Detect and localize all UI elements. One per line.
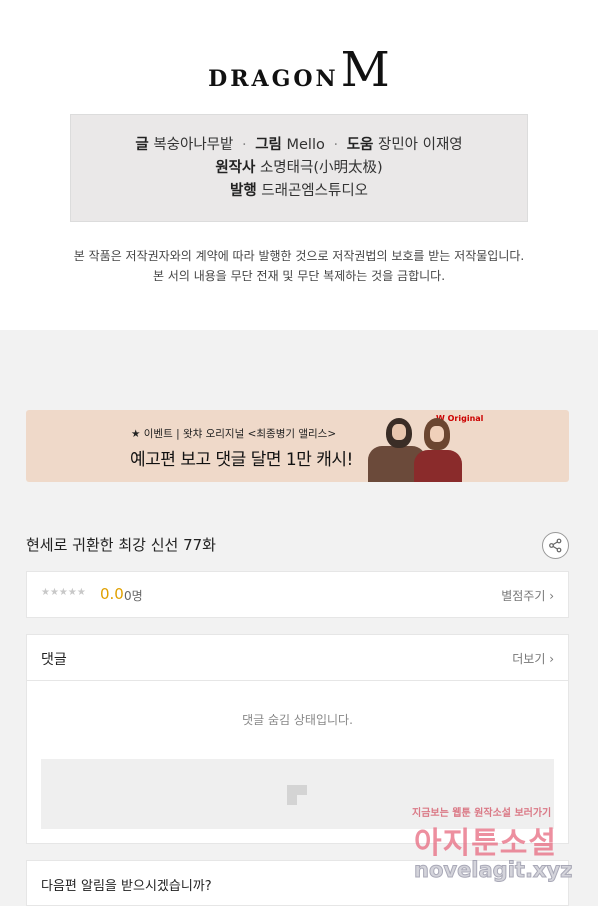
comments-more-link[interactable]: 더보기 › <box>512 650 554 667</box>
notice-line-1: 본 작품은 저작권자와의 계약에 따라 발행한 것으로 저작권법의 보호를 받는… <box>73 249 525 263</box>
banner-figure-male-face <box>392 424 406 440</box>
credit-line-original: 원작사 소명태극(小明太极) <box>71 157 527 180</box>
header-section: DRAGON M 글 복숭아나무밭 · 그림 Mello · 도움 장민아 이재… <box>0 0 598 330</box>
publisher-name: 드래곤엠스튜디오 <box>261 183 369 199</box>
rating-stars: ★★★★★ <box>41 587 86 598</box>
event-banner[interactable]: ★ 이벤트 | 왓챠 오리지널 <최종병기 앨리스> 예고편 보고 댓글 달면 … <box>26 410 569 482</box>
original-name: 소명태극(小明太极) <box>259 160 383 176</box>
separator: · <box>333 137 339 153</box>
watermark-title: 아지툰소설 <box>414 826 557 861</box>
watermark-url: novelagit.xyz <box>413 858 573 883</box>
notice-line-2: 본 서의 내용을 무단 전재 및 무단 복제하는 것을 금합니다. <box>152 269 446 283</box>
rating-count: 0명 <box>124 589 143 603</box>
watermark-tagline: 지금보는 웹툰 원작소설 보러가기 <box>412 808 552 819</box>
artist-label: 그림 <box>255 137 282 153</box>
banner-figure-female-face <box>430 426 444 442</box>
separator: · <box>241 137 247 153</box>
share-icon <box>549 538 562 553</box>
rating-card: ★★★★★ 0.0 0명 별점주기 › <box>26 571 569 618</box>
original-label: 원작사 <box>215 160 256 176</box>
placeholder-icon <box>287 785 307 805</box>
logo-m: M <box>340 42 390 98</box>
rate-button[interactable]: 별점주기 › <box>501 587 554 604</box>
writer-label: 글 <box>135 137 149 153</box>
assist-label: 도움 <box>346 137 374 153</box>
copyright-notice: 본 작품은 저작권자와의 계약에 따라 발행한 것으로 저작권법의 보호를 받는… <box>0 246 598 286</box>
comments-header: 댓글 더보기 › <box>27 635 568 681</box>
credits-box: 글 복숭아나무밭 · 그림 Mello · 도움 장민아 이재영 원작사 소명태… <box>70 114 528 222</box>
site-watermark: 지금보는 웹툰 원작소설 보러가기 아지툰소설 novelagit.xyz <box>408 800 598 900</box>
assist-name: 장민아 이재영 <box>377 137 463 153</box>
publisher-logo: DRAGON M <box>0 42 598 98</box>
logo-text: DRAGON <box>208 66 339 92</box>
banner-figure-female <box>414 450 462 482</box>
banner-headline: 예고편 보고 댓글 달면 1만 캐시! <box>130 450 353 470</box>
comments-hidden-message: 댓글 숨김 상태입니다. <box>242 713 353 727</box>
rating-score: 0.0 <box>100 585 124 603</box>
share-button[interactable] <box>542 532 569 559</box>
credit-line-publisher: 발행 드래곤엠스튜디오 <box>71 180 527 203</box>
writer-name: 복숭아나무밭 <box>153 137 234 153</box>
publisher-label: 발행 <box>229 183 257 199</box>
artist-name: Mello <box>286 137 325 153</box>
episode-title: 현세로 귀환한 최강 신선 77화 <box>26 536 216 554</box>
notify-question: 다음편 알림을 받으시겠습니까? <box>41 879 212 894</box>
comments-title: 댓글 <box>41 652 67 668</box>
credit-line-authors: 글 복숭아나무밭 · 그림 Mello · 도움 장민아 이재영 <box>71 134 527 157</box>
banner-small-text: ★ 이벤트 | 왓챠 오리지널 <최종병기 앨리스> <box>131 428 337 440</box>
